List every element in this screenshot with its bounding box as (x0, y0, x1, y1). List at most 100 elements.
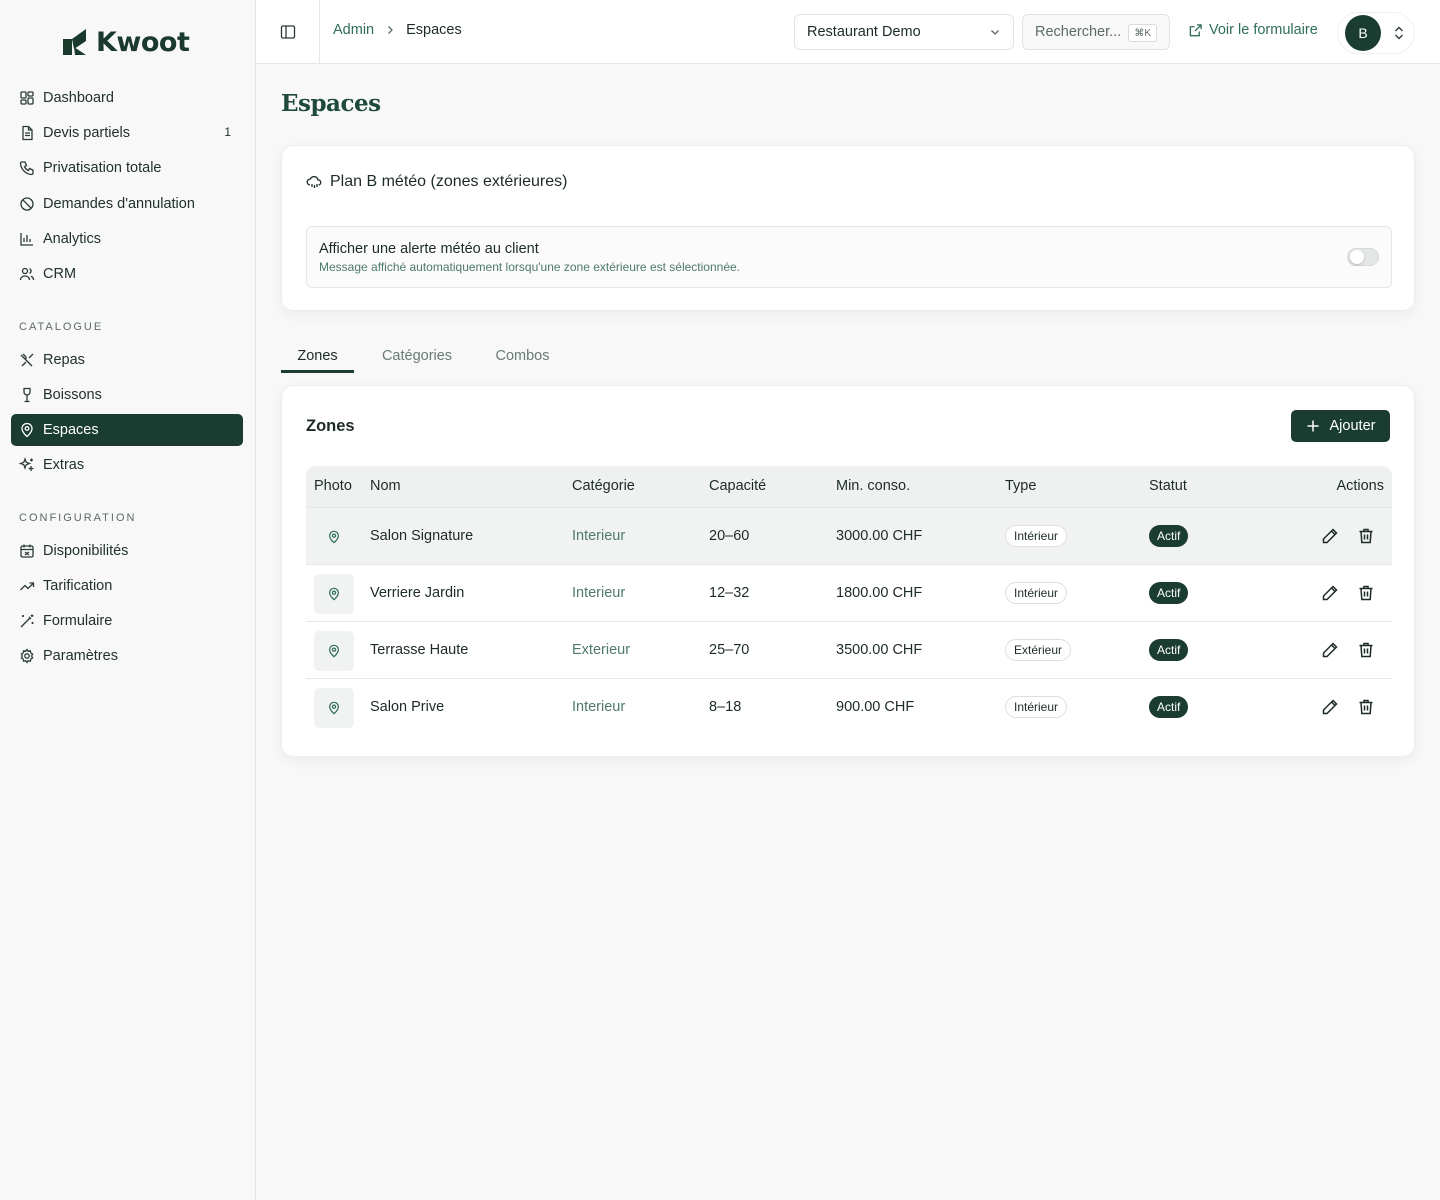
map-pin-icon (329, 530, 339, 544)
restaurant-select-value: Restaurant Demo (807, 24, 921, 40)
zone-capacity: 25–70 (709, 642, 750, 658)
layout-dashboard-icon (20, 91, 34, 105)
sidebar-item-repas[interactable]: Repas (11, 344, 243, 376)
sidebar-item-extras[interactable]: Extras (11, 449, 243, 481)
settings-icon (20, 648, 34, 664)
sidebar-item-disponibilites[interactable]: Disponibilités (11, 535, 243, 567)
col-statut: Statut (1149, 478, 1187, 494)
zone-photo-placeholder (314, 574, 354, 614)
table-row[interactable]: Verriere Jardin Interieur 12–32 1800.00 … (306, 564, 1392, 621)
table-row[interactable]: Salon Prive Interieur 8–18 900.00 CHF In… (306, 678, 1392, 735)
zone-category: Interieur (572, 699, 626, 715)
view-form-label: Voir le formulaire (1209, 22, 1318, 38)
sidebar-item-analytics[interactable]: Analytics (11, 223, 243, 255)
logo[interactable]: Kwoot (60, 24, 190, 60)
weather-alert-description: Message affiché automatiquement lorsqu'u… (319, 260, 740, 274)
sidebar-item-label: Espaces (43, 422, 99, 438)
sidebar-item-annulation[interactable]: Demandes d'annulation (11, 188, 243, 220)
trash-icon[interactable] (1357, 641, 1375, 659)
search-button[interactable]: Rechercher... ⌘K (1022, 14, 1170, 50)
file-text-icon (22, 125, 33, 141)
zones-title: Zones (306, 417, 355, 435)
sidebar-item-label: Formulaire (43, 613, 113, 629)
sidebar-item-dashboard[interactable]: Dashboard (11, 82, 243, 114)
ban-icon (20, 197, 34, 211)
search-placeholder: Rechercher... (1035, 24, 1122, 40)
panel-left-icon (280, 24, 295, 39)
col-categorie: Catégorie (572, 478, 635, 494)
edit-icon[interactable] (1321, 527, 1339, 545)
sidebar-item-parametres[interactable]: Paramètres (11, 640, 243, 672)
zone-category: Exterieur (572, 642, 631, 658)
sidebar: Kwoot Dashboard Devis partiels 1 Privati… (0, 0, 256, 1200)
sidebar-item-tarification[interactable]: Tarification (11, 570, 243, 602)
zone-capacity: 8–18 (709, 699, 742, 715)
sidebar-item-devis-partiels[interactable]: Devis partiels 1 (11, 117, 243, 149)
col-nom: Nom (370, 478, 401, 494)
plus-icon (1307, 420, 1319, 432)
map-pin-icon (329, 701, 339, 715)
view-form-link[interactable]: Voir le formulaire (1188, 22, 1318, 38)
zone-name: Verriere Jardin (370, 585, 465, 601)
add-zone-button[interactable]: Ajouter (1291, 410, 1390, 442)
section-label-catalogue: CATALOGUE (19, 321, 104, 333)
sidebar-item-label: Tarification (43, 578, 113, 594)
sidebar-item-privatisation[interactable]: Privatisation totale (11, 152, 243, 184)
table-header: Photo Nom Catégorie Capacité Min. conso.… (306, 466, 1392, 507)
sidebar-item-formulaire[interactable]: Formulaire (11, 605, 243, 637)
zone-type-badge: Intérieur (1005, 525, 1068, 547)
edit-icon[interactable] (1321, 584, 1339, 602)
zone-name: Salon Signature (370, 528, 474, 544)
sidebar-item-crm[interactable]: CRM (11, 258, 243, 290)
edit-icon[interactable] (1321, 698, 1339, 716)
sidebar-item-label: Privatisation totale (43, 160, 162, 176)
sidebar-toggle-button[interactable] (256, 0, 320, 63)
tab-combos[interactable]: Combos (487, 340, 558, 373)
zone-type-badge: Intérieur (1005, 696, 1068, 718)
sidebar-item-label: Extras (43, 457, 85, 473)
breadcrumb-admin-link[interactable]: Admin (333, 22, 374, 38)
cloud-rain-icon (306, 175, 322, 188)
weather-alert-setting: Afficher une alerte météo au client Mess… (306, 226, 1392, 288)
sidebar-item-espaces[interactable]: Espaces (11, 414, 243, 446)
col-capacite: Capacité (709, 478, 767, 494)
zones-card: Zones Ajouter Photo Nom Catégorie Capaci… (281, 385, 1415, 757)
weather-alert-title: Afficher une alerte météo au client (319, 241, 539, 257)
zone-type-badge: Intérieur (1005, 582, 1068, 604)
weather-card-title: Plan B météo (zones extérieures) (330, 173, 568, 190)
user-menu-button[interactable]: B (1337, 12, 1415, 54)
edit-icon[interactable] (1321, 641, 1339, 659)
external-link-icon (1189, 23, 1202, 36)
sidebar-item-label: CRM (43, 266, 77, 282)
bar-chart-icon (20, 233, 33, 246)
trash-icon[interactable] (1357, 698, 1375, 716)
trash-icon[interactable] (1357, 527, 1375, 545)
weather-alert-toggle[interactable] (1347, 248, 1379, 266)
trash-icon[interactable] (1357, 584, 1375, 602)
status-badge: Actif (1149, 525, 1189, 547)
breadcrumb: Admin Espaces (333, 22, 462, 38)
zone-min-conso: 3000.00 CHF (836, 528, 923, 544)
table-row[interactable]: Salon Signature Interieur 20–60 3000.00 … (306, 507, 1392, 564)
zone-min-conso: 900.00 CHF (836, 699, 915, 715)
sidebar-item-boissons[interactable]: Boissons (11, 379, 243, 411)
map-pin-icon (329, 587, 339, 601)
users-icon (19, 267, 35, 281)
sidebar-item-label: Devis partiels (43, 125, 131, 141)
zone-capacity: 20–60 (709, 528, 750, 544)
chevrons-up-down-icon (1395, 26, 1403, 40)
top-header: Admin Espaces Restaurant Demo Rechercher… (256, 0, 1440, 64)
restaurant-select[interactable]: Restaurant Demo (794, 14, 1014, 50)
zones-table: Photo Nom Catégorie Capacité Min. conso.… (306, 466, 1392, 735)
tab-categories[interactable]: Catégories (370, 340, 464, 373)
table-row[interactable]: Terrasse Haute Exterieur 25–70 3500.00 C… (306, 621, 1392, 678)
tab-zones[interactable]: Zones (281, 340, 354, 373)
phone-icon (19, 161, 34, 176)
breadcrumb-current: Espaces (406, 22, 462, 38)
zone-min-conso: 3500.00 CHF (836, 642, 923, 658)
weather-card-header: Plan B météo (zones extérieures) (306, 173, 567, 191)
status-badge: Actif (1149, 639, 1189, 661)
section-label-configuration: CONFIGURATION (19, 512, 137, 524)
sidebar-item-label: Disponibilités (43, 543, 129, 559)
zone-capacity: 12–32 (709, 585, 750, 601)
